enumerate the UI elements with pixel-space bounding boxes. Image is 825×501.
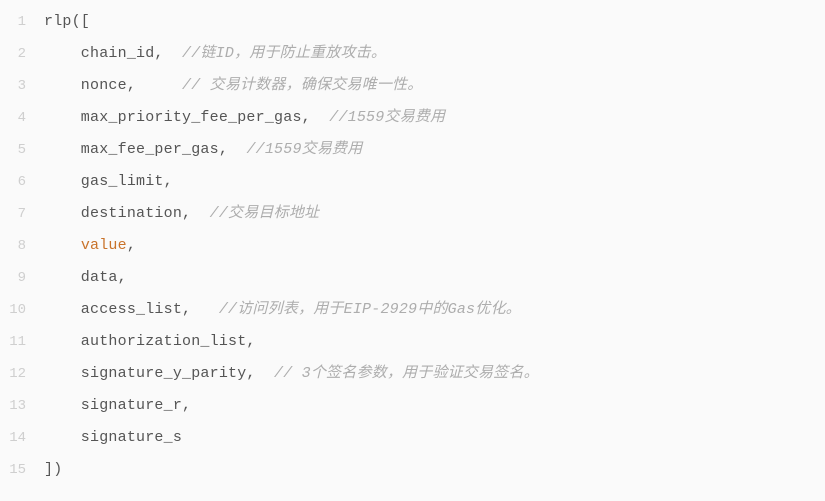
- code-comment: //1559交易费用: [329, 109, 445, 126]
- code-line: 1rlp([: [0, 8, 825, 40]
- code-line: 10 access_list, //访问列表，用于EIP-2929中的Gas优化…: [0, 296, 825, 328]
- line-content: rlp([: [44, 10, 90, 34]
- code-line: 2 chain_id, //链ID，用于防止重放攻击。: [0, 40, 825, 72]
- line-number: 15: [0, 459, 44, 481]
- code-block: 1rlp([2 chain_id, //链ID，用于防止重放攻击。3 nonce…: [0, 8, 825, 488]
- code-line: 9 data,: [0, 264, 825, 296]
- line-number: 6: [0, 171, 44, 193]
- line-content: gas_limit,: [44, 170, 173, 194]
- line-content: max_priority_fee_per_gas, //1559交易费用: [44, 106, 445, 130]
- line-content: destination, //交易目标地址: [44, 202, 319, 226]
- code-comment: //交易目标地址: [210, 205, 320, 222]
- code-line: 8 value,: [0, 232, 825, 264]
- line-number: 2: [0, 43, 44, 65]
- code-text: [44, 237, 81, 254]
- code-comment: // 3个签名参数，用于验证交易签名。: [274, 365, 539, 382]
- line-content: data,: [44, 266, 127, 290]
- code-text: rlp([: [44, 13, 90, 30]
- line-number: 10: [0, 299, 44, 321]
- code-text: max_fee_per_gas,: [44, 141, 246, 158]
- code-line: 4 max_priority_fee_per_gas, //1559交易费用: [0, 104, 825, 136]
- code-comment: //链ID，用于防止重放攻击。: [182, 45, 386, 62]
- code-comment: //访问列表，用于EIP-2929中的Gas优化。: [219, 301, 521, 318]
- code-line: 3 nonce, // 交易计数器，确保交易唯一性。: [0, 72, 825, 104]
- line-content: max_fee_per_gas, //1559交易费用: [44, 138, 362, 162]
- line-number: 7: [0, 203, 44, 225]
- line-number: 4: [0, 107, 44, 129]
- code-text: gas_limit,: [44, 173, 173, 190]
- code-line: 11 authorization_list,: [0, 328, 825, 360]
- code-text: destination,: [44, 205, 210, 222]
- code-line: 13 signature_r,: [0, 392, 825, 424]
- code-text: ,: [127, 237, 136, 254]
- code-text: signature_y_parity,: [44, 365, 274, 382]
- code-comment: // 交易计数器，确保交易唯一性。: [182, 77, 422, 94]
- code-line: 15]): [0, 456, 825, 488]
- line-content: nonce, // 交易计数器，确保交易唯一性。: [44, 74, 422, 98]
- code-line: 7 destination, //交易目标地址: [0, 200, 825, 232]
- line-number: 11: [0, 331, 44, 353]
- line-number: 13: [0, 395, 44, 417]
- line-content: chain_id, //链ID，用于防止重放攻击。: [44, 42, 386, 66]
- line-number: 14: [0, 427, 44, 449]
- line-content: signature_y_parity, // 3个签名参数，用于验证交易签名。: [44, 362, 539, 386]
- line-content: ]): [44, 458, 62, 482]
- line-content: signature_r,: [44, 394, 191, 418]
- line-number: 3: [0, 75, 44, 97]
- code-line: 5 max_fee_per_gas, //1559交易费用: [0, 136, 825, 168]
- code-text: chain_id,: [44, 45, 182, 62]
- code-text: nonce,: [44, 77, 182, 94]
- code-keyword: value: [81, 237, 127, 254]
- code-line: 6 gas_limit,: [0, 168, 825, 200]
- code-comment: //1559交易费用: [246, 141, 362, 158]
- code-text: signature_s: [44, 429, 182, 446]
- line-number: 9: [0, 267, 44, 289]
- line-content: access_list, //访问列表，用于EIP-2929中的Gas优化。: [44, 298, 521, 322]
- code-text: data,: [44, 269, 127, 286]
- code-line: 12 signature_y_parity, // 3个签名参数，用于验证交易签…: [0, 360, 825, 392]
- line-content: authorization_list,: [44, 330, 256, 354]
- line-number: 8: [0, 235, 44, 257]
- line-number: 12: [0, 363, 44, 385]
- line-number: 1: [0, 11, 44, 33]
- line-number: 5: [0, 139, 44, 161]
- code-text: signature_r,: [44, 397, 191, 414]
- code-text: max_priority_fee_per_gas,: [44, 109, 329, 126]
- code-line: 14 signature_s: [0, 424, 825, 456]
- code-text: access_list,: [44, 301, 219, 318]
- code-text: ]): [44, 461, 62, 478]
- code-text: authorization_list,: [44, 333, 256, 350]
- line-content: signature_s: [44, 426, 182, 450]
- line-content: value,: [44, 234, 136, 258]
